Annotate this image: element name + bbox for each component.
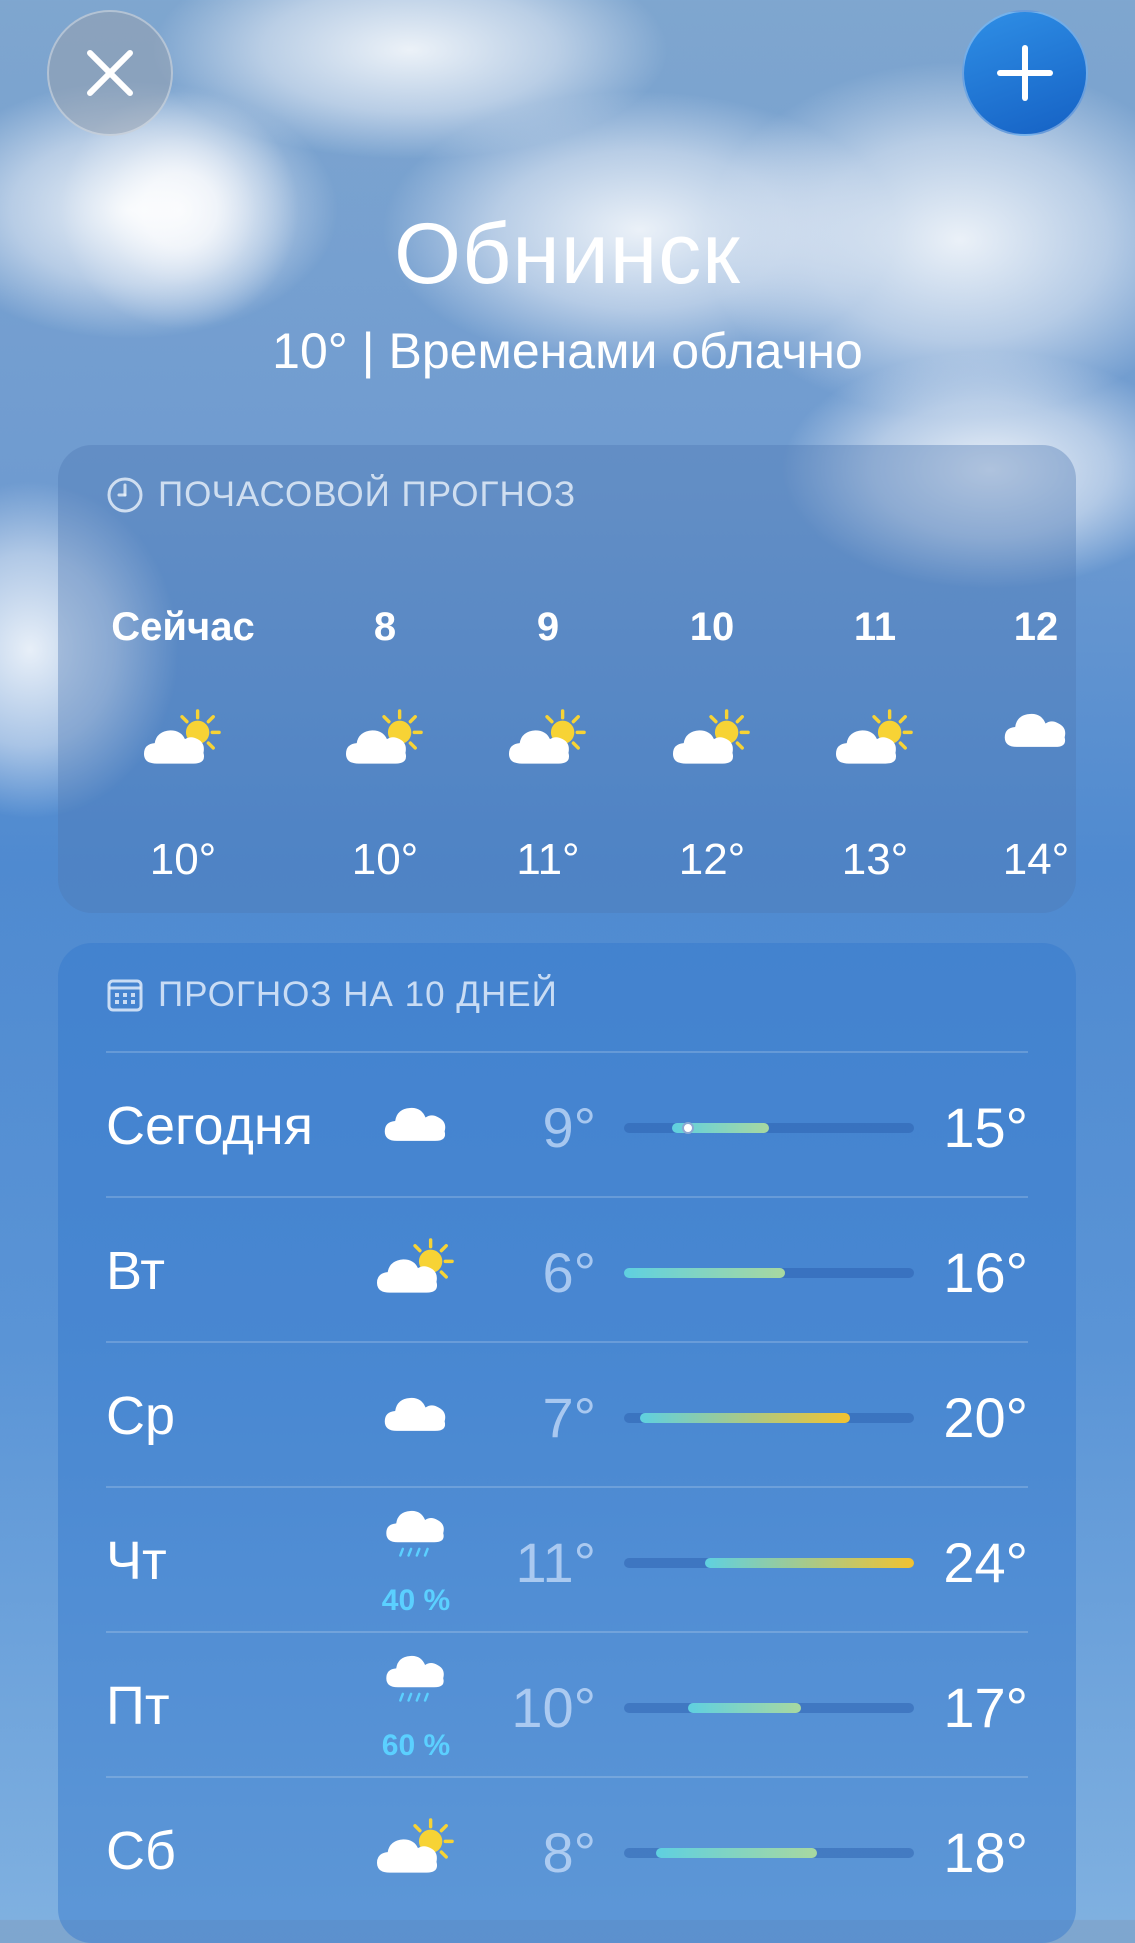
day-high-temp: 18° bbox=[943, 1821, 1028, 1884]
hour-item: 10 12° bbox=[637, 445, 787, 913]
hour-temp: 12° bbox=[678, 835, 746, 884]
precipitation-chance: 40 % bbox=[381, 1584, 451, 1617]
partly-cloudy-icon bbox=[833, 707, 917, 772]
rain-icon bbox=[371, 1651, 461, 1712]
temp-range-fill bbox=[656, 1848, 818, 1858]
plus-icon bbox=[997, 45, 1053, 101]
temp-range-fill bbox=[688, 1703, 802, 1713]
current-conditions: 10° | Временами облачно bbox=[272, 323, 863, 379]
temp-range-bar bbox=[624, 1703, 914, 1713]
add-button[interactable] bbox=[962, 10, 1088, 136]
day-high-temp: 20° bbox=[943, 1386, 1028, 1449]
day-row[interactable]: Вт 6° 16° bbox=[106, 1196, 1028, 1343]
hour-temp: 13° bbox=[841, 835, 909, 884]
close-icon bbox=[87, 50, 133, 96]
hourly-forecast-panel[interactable]: ПОЧАСОВОЙ ПРОГНОЗ Сейчас 10° 8 10° 9 11°… bbox=[58, 445, 1076, 913]
temp-range-bar bbox=[624, 1848, 914, 1858]
day-name: Вт bbox=[106, 1241, 165, 1301]
precipitation-chance: 60 % bbox=[381, 1729, 451, 1762]
day-high-temp: 15° bbox=[943, 1096, 1028, 1159]
day-low-temp: 8° bbox=[542, 1821, 596, 1884]
temp-range-bar bbox=[624, 1413, 914, 1423]
hour-item: 8 10° bbox=[310, 445, 460, 913]
day-high-temp: 16° bbox=[943, 1241, 1028, 1304]
partly-cloudy-icon bbox=[343, 707, 427, 772]
hour-item: Сейчас 10° bbox=[108, 445, 258, 913]
temp-range-bar bbox=[624, 1268, 914, 1278]
temp-range-bar bbox=[624, 1122, 914, 1134]
daily-forecast-panel[interactable]: ПРОГНОЗ НА 10 ДНЕЙ Сегодня 9° 15° Вт 6° bbox=[58, 943, 1076, 1943]
hour-label: Сейчас bbox=[111, 605, 255, 649]
cloud-icon bbox=[371, 1101, 461, 1149]
hour-label: 12 bbox=[1013, 605, 1059, 649]
daily-forecast-title: ПРОГНОЗ НА 10 ДНЕЙ bbox=[106, 975, 558, 1015]
day-name: Сб bbox=[106, 1821, 176, 1881]
temp-range-fill bbox=[704, 1558, 914, 1568]
city-name: Обнинск bbox=[394, 206, 741, 302]
temp-range-bar bbox=[624, 1558, 914, 1568]
daily-title-text: ПРОГНОЗ НА 10 ДНЕЙ bbox=[158, 975, 558, 1014]
hour-label: 9 bbox=[536, 605, 560, 649]
close-button[interactable] bbox=[47, 10, 173, 136]
cloud-icon bbox=[371, 1391, 461, 1439]
temp-range-fill bbox=[640, 1413, 850, 1423]
temp-range-fill bbox=[624, 1268, 786, 1278]
partly-cloudy-icon bbox=[506, 707, 590, 772]
day-low-temp: 6° bbox=[542, 1241, 596, 1304]
hour-temp: 11° bbox=[516, 835, 580, 884]
hour-label: 11 bbox=[853, 605, 897, 649]
day-name: Пт bbox=[106, 1676, 170, 1736]
hour-label: 10 bbox=[689, 605, 735, 649]
day-high-temp: 17° bbox=[943, 1676, 1028, 1739]
day-row[interactable]: Сб 8° 18° bbox=[106, 1776, 1028, 1923]
hour-item: 11 13° bbox=[800, 445, 950, 913]
hour-item: 9 11° bbox=[473, 445, 623, 913]
day-row[interactable]: Сегодня 9° 15° bbox=[106, 1051, 1028, 1198]
calendar-icon bbox=[106, 976, 144, 1014]
day-name: Сегодня bbox=[106, 1096, 313, 1156]
rain-icon bbox=[371, 1506, 461, 1567]
day-low-temp: 7° bbox=[542, 1386, 596, 1449]
hour-temp: 14° bbox=[1002, 835, 1070, 884]
partly-cloudy-icon bbox=[371, 1236, 461, 1301]
day-name: Ср bbox=[106, 1386, 176, 1446]
day-row[interactable]: Ср 7° 20° bbox=[106, 1341, 1028, 1488]
hour-label: 8 bbox=[373, 605, 397, 649]
day-high-temp: 24° bbox=[943, 1531, 1028, 1594]
hour-item: 12 14° bbox=[961, 445, 1111, 913]
day-low-temp: 11° bbox=[515, 1531, 596, 1594]
hour-temp: 10° bbox=[149, 835, 217, 884]
hour-temp: 10° bbox=[351, 835, 419, 884]
day-row[interactable]: Пт 60 % 10° 17° bbox=[106, 1631, 1028, 1778]
day-name: Чт bbox=[106, 1531, 167, 1591]
day-low-temp: 10° bbox=[511, 1676, 596, 1739]
cloud-icon bbox=[1001, 707, 1071, 755]
day-low-temp: 9° bbox=[542, 1096, 596, 1159]
partly-cloudy-icon bbox=[371, 1816, 461, 1881]
partly-cloudy-icon bbox=[141, 707, 225, 772]
day-row[interactable]: Чт 40 % 11° 24° bbox=[106, 1486, 1028, 1633]
partly-cloudy-icon bbox=[670, 707, 754, 772]
